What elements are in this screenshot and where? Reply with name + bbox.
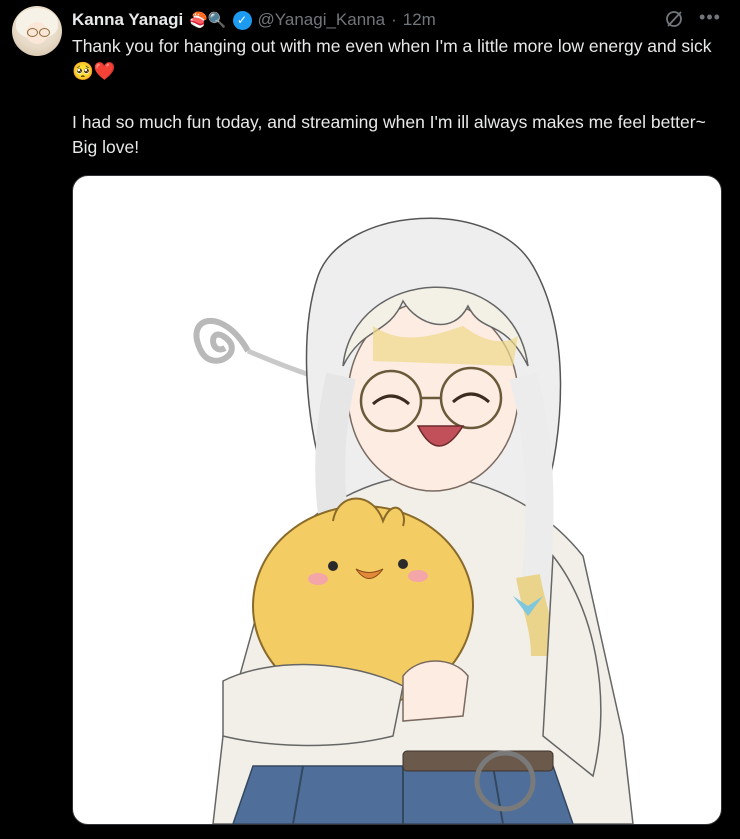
author-name[interactable]: Kanna Yanagi	[72, 10, 183, 30]
tweet-paragraph-2: I had so much fun today, and streaming w…	[72, 112, 706, 157]
verified-badge-icon[interactable]: ✓	[232, 10, 252, 30]
tweet-timestamp[interactable]: 12m	[403, 10, 436, 30]
avatar-glasses-left	[27, 28, 38, 37]
tweet-text: Thank you for hanging out with me even w…	[72, 34, 727, 160]
more-icon[interactable]: •••	[698, 6, 722, 30]
tweet-line-1-emojis: 🥺❤️	[72, 62, 116, 82]
grok-icon[interactable]	[664, 9, 684, 29]
avatar-glasses-right	[39, 28, 50, 37]
tweet-paragraph-1: Thank you for hanging out with me even w…	[72, 34, 727, 85]
anime-girl-illustration	[193, 217, 634, 824]
tweet-media-image[interactable]	[72, 175, 722, 825]
author-name-emojis: 🍣🔍	[189, 11, 227, 29]
author-avatar[interactable]	[12, 6, 62, 56]
tweet-header: Kanna Yanagi 🍣🔍 ✓ @Yanagi_Kanna · 12m	[72, 8, 436, 32]
separator-dot: ·	[391, 10, 397, 29]
tweet-line-1: Thank you for hanging out with me even w…	[72, 36, 712, 56]
author-handle[interactable]: @Yanagi_Kanna	[258, 10, 386, 30]
